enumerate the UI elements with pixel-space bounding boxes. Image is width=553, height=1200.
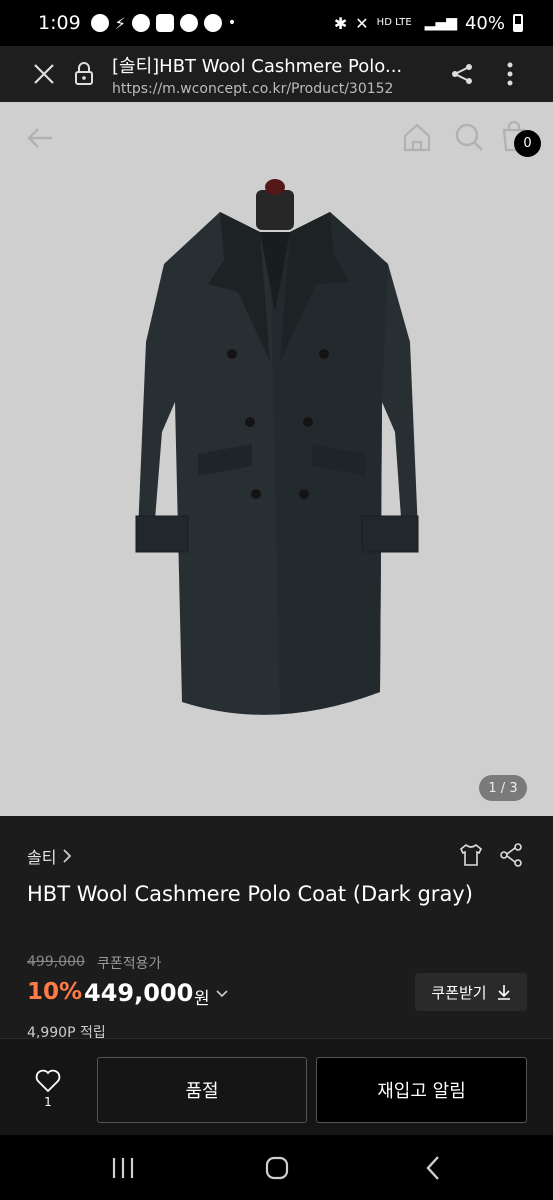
signal-icon: ▂▄▆ <box>424 15 457 31</box>
bluetooth-icon: ✱ <box>333 13 348 33</box>
like-count: 1 <box>44 1095 52 1109</box>
brand-link[interactable]: 솔티 <box>27 844 72 868</box>
reward-points: 4,990P 적립 <box>27 1025 106 1038</box>
coupon-download-button[interactable]: 쿠폰받기 <box>415 973 527 1011</box>
home-button-icon[interactable] <box>262 1153 292 1183</box>
original-price: 499,000 <box>27 954 85 970</box>
image-dim-overlay <box>0 102 553 816</box>
status-right: ✱ ✕ HD LTE ▂▄▆ 40% <box>334 13 523 34</box>
share-button[interactable] <box>446 56 478 92</box>
chevron-down-icon[interactable] <box>214 986 230 1002</box>
dot-icon: • <box>227 15 237 31</box>
heart-icon <box>35 1069 61 1093</box>
product-image-carousel[interactable] <box>0 102 553 816</box>
page-title: [솔티]HBT Wool Cashmere Polo... <box>112 55 403 77</box>
status-time: 1:09 <box>38 12 81 34</box>
chat-icon <box>131 14 150 32</box>
image-page-indicator: 1 / 3 <box>479 775 527 801</box>
product-name: HBT Wool Cashmere Polo Coat (Dark gray) <box>27 882 473 906</box>
product-info-panel: 솔티 HBT Wool Cashmere Polo Coat (Dark gra… <box>0 816 553 1038</box>
back-button-icon[interactable] <box>420 1153 446 1183</box>
talk-icon <box>90 14 109 32</box>
bolt-icon: ⚡ <box>114 13 126 33</box>
download-icon <box>497 985 510 1000</box>
app-icon <box>155 14 174 32</box>
cart-count-badge: 0 <box>514 130 541 157</box>
chevron-right-icon <box>63 849 72 863</box>
close-tab-button[interactable] <box>24 54 64 94</box>
network-label: HD LTE <box>376 17 412 28</box>
currency-label: 원 <box>194 989 210 1009</box>
like-button[interactable]: 1 <box>26 1069 70 1119</box>
battery-icon <box>513 14 523 32</box>
restock-alert-button[interactable]: 재입고 알림 <box>316 1057 527 1123</box>
page-url: https://m.wconcept.co.kr/Product/30152 <box>112 80 394 97</box>
sale-price: 449,000 <box>84 979 194 1007</box>
notification-icons: ⚡ • <box>90 13 237 33</box>
coupon-price-label: 쿠폰적용가 <box>97 956 162 972</box>
shield-icon <box>179 14 198 32</box>
coupon-button-label: 쿠폰받기 <box>431 983 487 1002</box>
brand-name: 솔티 <box>27 848 57 867</box>
status-bar: 1:09 ⚡ • ✱ ✕ HD LTE ▂▄▆ 40% <box>0 0 553 46</box>
share-icon[interactable] <box>498 842 524 868</box>
closet-icon[interactable] <box>458 842 484 868</box>
soldout-button[interactable]: 품절 <box>97 1057 307 1123</box>
mute-icon: ✕ <box>355 13 369 33</box>
purchase-action-bar: 1 품절 재입고 알림 <box>0 1038 553 1135</box>
system-navigation-bar <box>0 1135 553 1200</box>
battery-percent: 40% <box>464 12 505 34</box>
browser-bar: [솔티]HBT Wool Cashmere Polo... https://m.… <box>0 46 553 102</box>
share-icon <box>452 64 472 84</box>
lock-icon[interactable] <box>70 54 98 94</box>
address-bar[interactable]: [솔티]HBT Wool Cashmere Polo... https://m.… <box>112 52 432 97</box>
close-icon <box>34 64 54 84</box>
recent-apps-icon[interactable] <box>108 1155 138 1181</box>
more-menu-button[interactable] <box>496 56 524 92</box>
more-vertical-icon <box>507 62 513 86</box>
coffee-icon <box>203 14 222 32</box>
discount-rate: 10% <box>27 979 83 1005</box>
